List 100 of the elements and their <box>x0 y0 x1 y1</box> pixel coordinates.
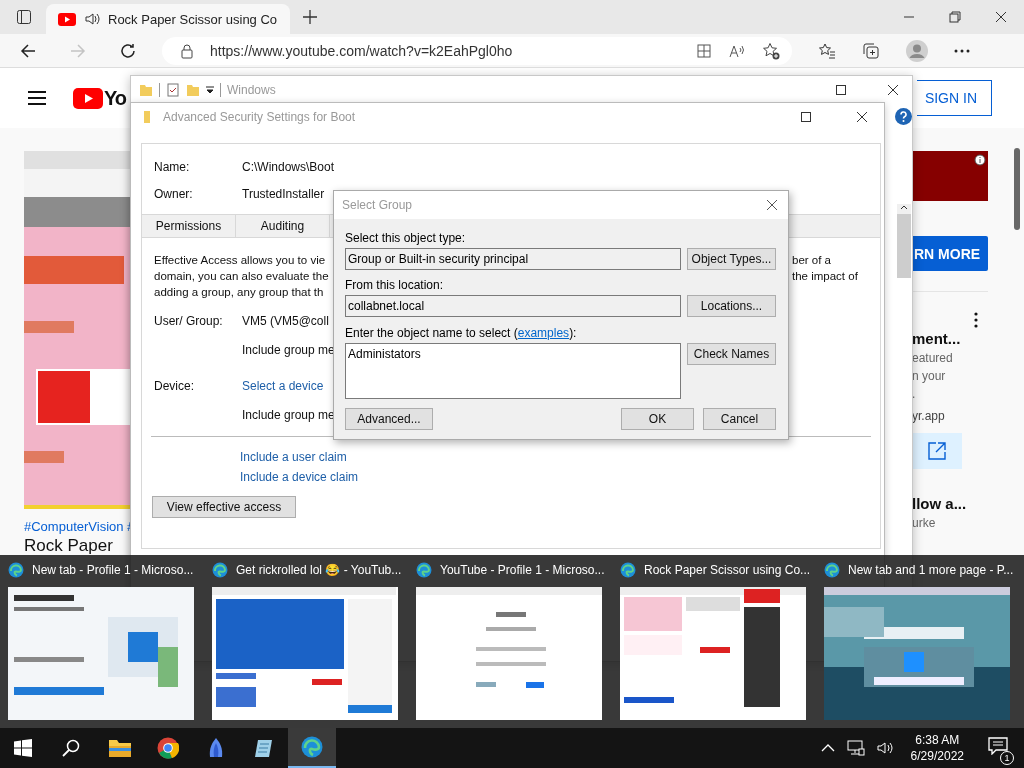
info-icon[interactable] <box>974 154 986 166</box>
lock-icon <box>180 42 194 59</box>
address-field[interactable]: https://www.youtube.com/watch?v=k2EahPgl0ho <box>162 36 792 65</box>
open-link-button[interactable] <box>912 433 962 469</box>
description-text: Effective Access allows you to vie <box>154 253 326 268</box>
ad-banner[interactable] <box>912 151 988 201</box>
edge-icon <box>416 562 432 578</box>
preview-title: Rock Paper Scissor using Co... <box>644 563 811 577</box>
apps-icon[interactable] <box>696 42 712 59</box>
card-title: ment... <box>912 330 962 347</box>
volume-icon[interactable] <box>876 740 895 756</box>
edge-icon <box>301 736 323 758</box>
start-icon[interactable] <box>14 739 32 757</box>
help-icon[interactable] <box>895 108 912 125</box>
scrollbar-thumb[interactable] <box>897 214 911 278</box>
cancel-button[interactable]: Cancel <box>703 408 776 430</box>
description-text: ber of a <box>792 253 832 268</box>
view-access-button[interactable]: View effective access <box>152 496 296 518</box>
description-text: domain, you can also evaluate the <box>154 269 329 284</box>
site-text: yr.app <box>912 409 946 423</box>
tab-actions-icon[interactable] <box>16 9 32 25</box>
maximize-icon[interactable] <box>836 85 846 95</box>
browser-tab[interactable]: Rock Paper Scissor using Co <box>46 4 290 34</box>
more-vertical-icon[interactable] <box>974 312 978 328</box>
dropdown-icon[interactable] <box>206 86 214 94</box>
window-title: Select Group <box>342 198 413 212</box>
field-label: Select this object type: <box>345 231 467 245</box>
video-title: Rock Paper <box>24 536 113 556</box>
locations-button[interactable]: Locations... <box>687 295 776 317</box>
chrome-icon <box>157 737 179 759</box>
close-icon[interactable] <box>766 199 778 211</box>
preview-title: New tab - Profile 1 - Microso... <box>32 563 194 577</box>
tab-title: Rock Paper Scissor using Co <box>108 11 278 27</box>
close-icon[interactable] <box>888 85 898 95</box>
clock[interactable]: 6:38 AM 6/29/2022 <box>910 732 964 764</box>
chevron-up-icon[interactable] <box>820 744 835 752</box>
window-preview[interactable]: New tab and 1 more page - P... <box>820 555 1024 728</box>
window-preview[interactable]: YouTube - Profile 1 - Microso... <box>412 555 616 728</box>
field-value: C:\Windows\Boot <box>242 160 335 174</box>
window-preview[interactable]: Get rickrolled lol 😂 - YouTub... <box>208 555 412 728</box>
scroll-up-icon[interactable] <box>900 204 908 210</box>
select-device-link[interactable]: Select a device <box>242 379 324 393</box>
taskbar-app[interactable] <box>288 728 336 768</box>
more-icon[interactable] <box>954 48 970 53</box>
folder-icon <box>108 738 132 758</box>
folder-icon <box>139 83 153 97</box>
ok-button[interactable]: OK <box>621 408 694 430</box>
collections-icon[interactable] <box>862 41 880 60</box>
external-link-icon <box>927 441 947 461</box>
sign-in-button[interactable]: SIGN IN <box>916 80 992 116</box>
window-preview[interactable]: New tab - Profile 1 - Microso... <box>4 555 208 728</box>
refresh-icon[interactable] <box>119 41 137 60</box>
notepad-icon <box>253 737 275 759</box>
field-value: TrustedInstaller <box>242 187 325 201</box>
new-tab-icon[interactable] <box>302 9 318 25</box>
card-text: urke <box>912 516 937 530</box>
back-icon[interactable] <box>19 41 37 60</box>
field-label: Owner: <box>154 187 194 201</box>
card-text: eatured <box>912 351 954 365</box>
card-text: n your <box>912 369 947 383</box>
preview-title: Get rickrolled lol 😂 - YouTub... <box>236 563 402 577</box>
folder-icon <box>143 110 153 124</box>
field-label: Name: <box>154 160 191 174</box>
field-label: User/ Group: <box>154 314 224 328</box>
examples-link[interactable]: examples <box>517 326 570 340</box>
properties-icon[interactable] <box>166 83 180 97</box>
profile-avatar[interactable] <box>906 39 928 62</box>
notification-icon[interactable] <box>988 737 1008 755</box>
preview-title: New tab and 1 more page - P... <box>848 563 1014 577</box>
play-logo-icon <box>58 12 76 26</box>
add-favorite-icon[interactable] <box>762 41 780 60</box>
field-label: From this location: <box>345 278 445 292</box>
search-icon[interactable] <box>62 739 80 757</box>
favorites-icon[interactable] <box>818 41 836 60</box>
card-text: . <box>912 387 917 401</box>
network-icon[interactable] <box>846 740 865 756</box>
window-title: Advanced Security Settings for Boot <box>163 110 356 124</box>
restore-icon[interactable] <box>949 11 961 23</box>
object-types-button[interactable]: Object Types... <box>687 248 776 270</box>
close-icon[interactable] <box>857 112 867 122</box>
claim-link[interactable]: Include a user claim <box>240 450 880 464</box>
edge-icon <box>620 562 636 578</box>
edge-icon <box>212 562 228 578</box>
field-label: Device: <box>154 379 195 393</box>
field-label: Enter the object name to select (examples): <box>345 326 578 340</box>
preview-title: YouTube - Profile 1 - Microso... <box>440 563 605 577</box>
object-name-field[interactable]: Administators <box>345 343 681 399</box>
speaker-icon[interactable] <box>84 11 100 27</box>
claim-link[interactable]: Include a device claim <box>240 470 880 484</box>
window-preview[interactable]: Rock Paper Scissor using Co... <box>616 555 820 728</box>
maximize-icon[interactable] <box>801 112 811 122</box>
window-title: Windows <box>227 83 276 97</box>
advanced-button[interactable]: Advanced... <box>345 408 433 430</box>
menu-icon[interactable] <box>27 90 47 106</box>
notification-count: 1 <box>1000 751 1014 765</box>
close-icon[interactable] <box>995 11 1007 23</box>
description-text: adding a group, any group that th <box>154 285 324 300</box>
learn-more-button[interactable]: RN MORE <box>912 236 988 271</box>
check-names-button[interactable]: Check Names <box>687 343 776 365</box>
scrollbar-thumb[interactable] <box>1014 148 1020 230</box>
